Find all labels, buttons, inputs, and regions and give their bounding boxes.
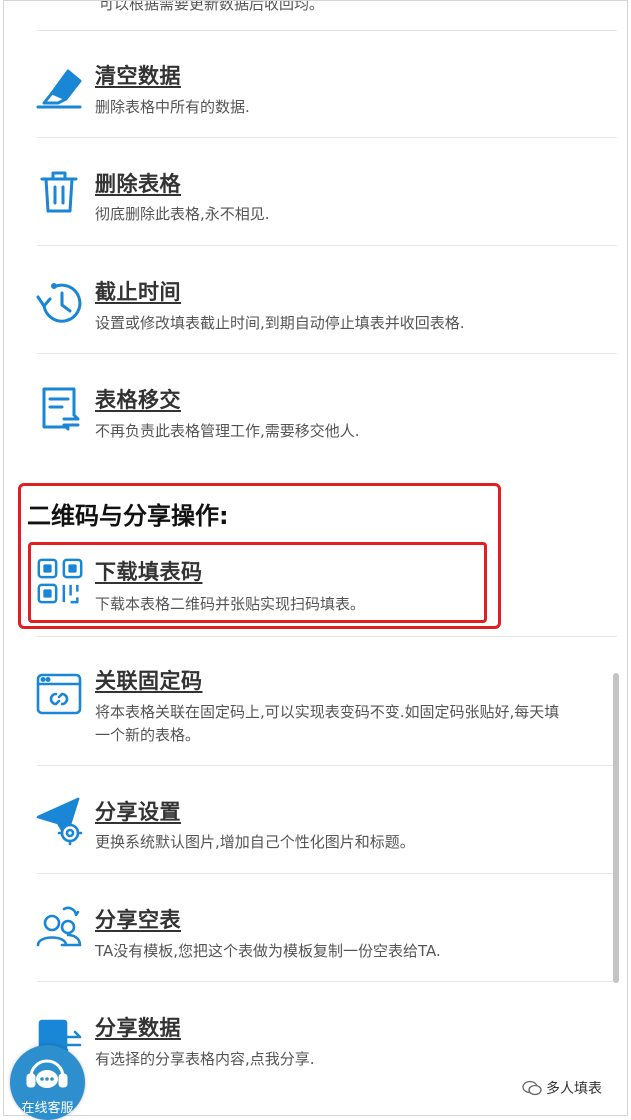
item-desc: TA没有模板,您把这个表做为模板复制一份空表给TA.: [95, 942, 441, 960]
divider: [37, 30, 617, 31]
settings-panel: 可以根据需要更新数据后收回均。 清空数据 删除表格中所有的数据. 删除表格 彻底…: [3, 0, 628, 1116]
divider: [37, 765, 617, 766]
item-desc: 删除表格中所有的数据.: [95, 98, 250, 116]
users-icon: [32, 901, 86, 955]
divider: [37, 137, 617, 138]
divider: [37, 981, 617, 982]
top-partial-desc: 可以根据需要更新数据后收回均。: [99, 0, 325, 13]
item-title[interactable]: 关联固定码: [95, 665, 203, 695]
divider: [37, 353, 617, 354]
item-desc: 彻底删除此表格,永不相见.: [95, 205, 270, 223]
eraser-icon: [32, 57, 86, 111]
item-title[interactable]: 分享设置: [95, 796, 181, 826]
item-title[interactable]: 下载填表码: [95, 556, 203, 586]
transfer-doc-icon: [32, 381, 86, 435]
item-desc: 设置或修改填表截止时间,到期自动停止填表并收回表格.: [95, 314, 465, 332]
section-title: 二维码与分享操作:: [27, 502, 229, 530]
divider: [37, 873, 617, 874]
item-title[interactable]: 清空数据: [95, 60, 181, 90]
item-title[interactable]: 删除表格: [95, 168, 181, 198]
item-title[interactable]: 分享数据: [95, 1012, 181, 1042]
scrollbar[interactable]: [613, 673, 619, 983]
trash-icon: [32, 165, 86, 219]
item-desc: 不再负责此表格管理工作,需要移交他人.: [95, 422, 360, 440]
clock-icon: [32, 275, 86, 329]
link-window-icon: [32, 667, 86, 721]
wechat-icon: [522, 1080, 542, 1096]
item-desc: 有选择的分享表格内容,点我分享.: [95, 1050, 315, 1068]
item-desc: 下载本表格二维码并张贴实现扫码填表。: [95, 595, 366, 613]
customer-service-label: 在线客服: [21, 1101, 74, 1116]
chat-headset-icon: [26, 1059, 68, 1088]
item-title[interactable]: 分享空表: [95, 904, 181, 934]
divider: [37, 245, 617, 246]
customer-service-button[interactable]: 在线客服: [10, 1045, 85, 1120]
item-desc: 将本表格关联在固定码上,可以实现表变码不变.如固定码张贴好,每天填一个新的表格。: [95, 703, 560, 744]
qrcode-icon: [34, 555, 86, 607]
watermark-text: 多人填表: [546, 1081, 602, 1097]
watermark: 多人填表: [522, 1078, 602, 1098]
item-title[interactable]: 表格移交: [95, 384, 181, 414]
item-title[interactable]: 截止时间: [95, 276, 181, 306]
divider: [37, 636, 617, 637]
item-desc: 更换系统默认图片,增加自己个性化图片和标题。: [95, 833, 415, 851]
share-settings-icon: [32, 793, 86, 847]
